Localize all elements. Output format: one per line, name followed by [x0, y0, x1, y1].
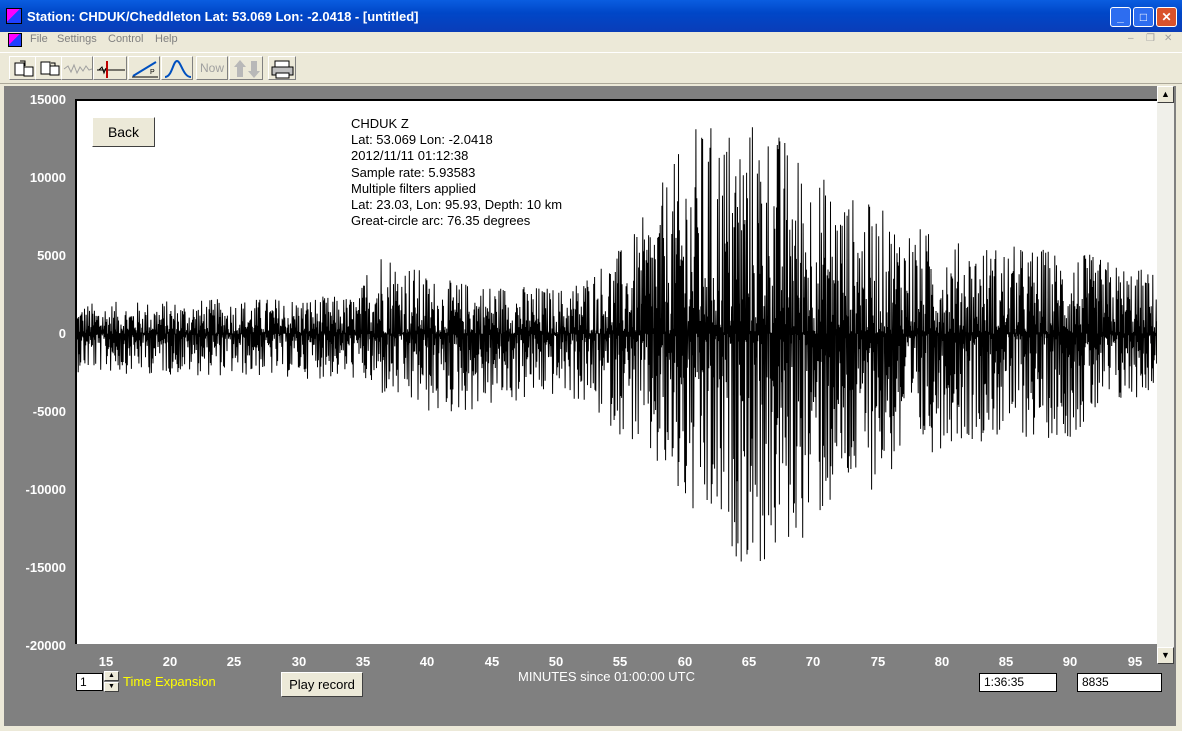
save-file-icon[interactable] — [35, 56, 63, 80]
pick-marker-icon[interactable] — [93, 56, 127, 80]
now-button[interactable]: Now — [196, 56, 228, 80]
scroll-up-icon[interactable]: ▲ — [1157, 86, 1174, 103]
p-wave-icon[interactable]: P — [128, 56, 160, 80]
menu-settings[interactable]: Settings — [57, 33, 97, 45]
back-button[interactable]: Back — [92, 117, 155, 147]
time-expansion-label: Time Expansion — [123, 674, 216, 689]
window-title: Station: CHDUK/Cheddleton Lat: 53.069 Lo… — [27, 9, 419, 24]
time-readout-field[interactable]: 1:36:35 — [979, 673, 1057, 692]
x-tick-label: 95 — [1127, 654, 1143, 669]
spectrum-icon[interactable] — [161, 56, 193, 80]
x-tick-label: 65 — [741, 654, 757, 669]
info-datetime: 2012/11/11 01:12:38 — [351, 148, 469, 164]
maximize-button[interactable]: □ — [1133, 7, 1154, 27]
x-tick-label: 75 — [870, 654, 886, 669]
mdi-restore-icon[interactable]: ❐ — [1146, 33, 1155, 44]
info-sample-rate: Sample rate: 5.93583 — [351, 164, 476, 180]
mdi-minimize-icon[interactable]: – — [1128, 33, 1134, 44]
seismogram-series-line — [77, 127, 1157, 562]
spin-down-icon[interactable]: ▼ — [104, 682, 119, 692]
x-tick-label: 20 — [162, 654, 178, 669]
menu-file[interactable]: File — [30, 33, 48, 45]
y-tick-label: -15000 — [25, 560, 66, 575]
up-down-arrows-icon[interactable] — [229, 56, 263, 80]
x-tick-label: 55 — [612, 654, 628, 669]
svg-text:P: P — [150, 69, 155, 76]
x-tick-label: 30 — [291, 654, 307, 669]
mdi-close-icon[interactable]: ✕ — [1164, 33, 1172, 44]
x-tick-label: 45 — [484, 654, 500, 669]
title-bar[interactable]: Station: CHDUK/Cheddleton Lat: 53.069 Lo… — [0, 0, 1182, 32]
info-event-location: Lat: 23.03, Lon: 95.93, Depth: 10 km — [351, 197, 563, 213]
x-tick-label: 25 — [226, 654, 242, 669]
x-tick-label: 85 — [998, 654, 1014, 669]
spin-up-icon[interactable]: ▲ — [104, 671, 119, 681]
x-tick-label: 15 — [98, 654, 114, 669]
x-tick-label: 50 — [548, 654, 564, 669]
menu-control[interactable]: Control — [108, 33, 143, 45]
seismogram-plot[interactable] — [75, 99, 1157, 644]
close-button[interactable]: ✕ — [1156, 7, 1177, 27]
x-tick-label: 40 — [419, 654, 435, 669]
app-window: Station: CHDUK/Cheddleton Lat: 53.069 Lo… — [0, 0, 1182, 731]
menu-help[interactable]: Help — [155, 33, 178, 45]
x-tick-label: 70 — [805, 654, 821, 669]
sample-count-field[interactable]: 8835 — [1077, 673, 1162, 692]
time-expansion-input[interactable]: 1 — [76, 673, 103, 691]
y-tick-label: 0 — [58, 326, 66, 341]
station-info-panel: CHDUK Z Lat: 53.069 Lon: -2.0418 2012/11… — [351, 116, 562, 229]
info-station-location: Lat: 53.069 Lon: -2.0418 — [351, 132, 493, 148]
x-tick-label: 35 — [355, 654, 371, 669]
y-tick-label: 10000 — [29, 170, 66, 185]
x-tick-label: 80 — [934, 654, 950, 669]
y-tick-label: -5000 — [32, 404, 66, 419]
seismogram-trace — [77, 127, 1157, 562]
info-arc-distance: Great-circle arc: 76.35 degrees — [351, 213, 531, 229]
x-tick-label: 90 — [1062, 654, 1078, 669]
play-record-button[interactable]: Play record — [281, 672, 363, 697]
waveform-icon[interactable] — [61, 56, 93, 80]
document-icon[interactable] — [8, 33, 22, 47]
info-filters: Multiple filters applied — [351, 180, 477, 196]
y-tick-label: -20000 — [25, 638, 66, 653]
y-tick-label: 15000 — [29, 92, 66, 107]
x-tick-label: 60 — [677, 654, 693, 669]
printer-icon[interactable] — [268, 56, 296, 80]
info-station-channel: CHDUK Z — [351, 116, 409, 131]
app-icon — [6, 8, 22, 24]
y-tick-label: -10000 — [25, 482, 66, 497]
y-tick-label: 5000 — [37, 248, 66, 263]
minimize-button[interactable]: _ — [1110, 7, 1131, 27]
x-axis-title: MINUTES since 01:00:00 UTC — [518, 669, 696, 684]
vertical-scrollbar[interactable] — [1157, 86, 1174, 664]
scroll-down-icon[interactable]: ▼ — [1157, 647, 1174, 664]
open-file-icon[interactable] — [9, 56, 37, 80]
